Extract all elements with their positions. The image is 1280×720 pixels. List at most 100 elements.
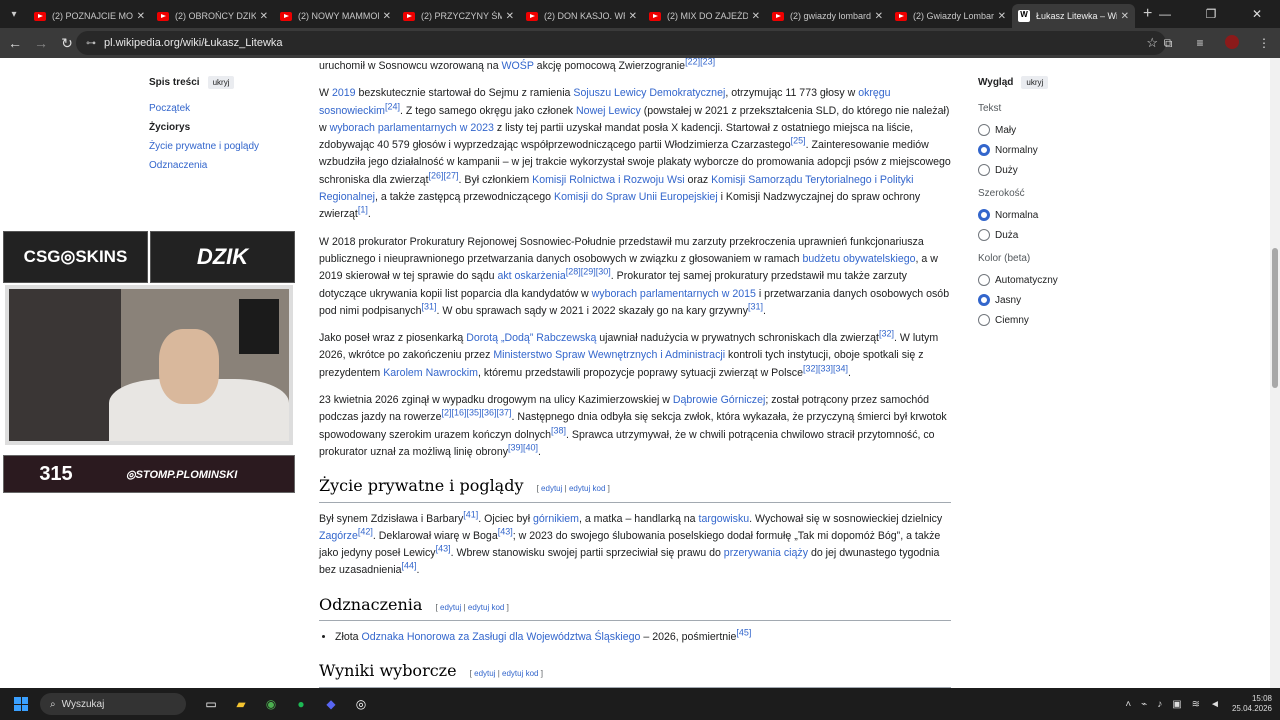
close-tab-icon[interactable]: ✕ xyxy=(629,11,637,22)
wiki-link[interactable]: 2019 xyxy=(332,87,356,99)
reference-link[interactable]: [44] xyxy=(401,561,416,571)
radio-option[interactable]: Normalny xyxy=(978,144,1128,156)
volume-icon[interactable]: ◄ xyxy=(1210,699,1220,710)
link-wosp[interactable]: WOŚP xyxy=(502,60,534,72)
scrollbar[interactable] xyxy=(1270,58,1280,688)
media-icon[interactable]: ≡ xyxy=(1184,36,1216,50)
radio-option[interactable]: Jasny xyxy=(978,294,1128,306)
wiki-link[interactable]: Komisji Rolnictwa i Rozwoju Wsi xyxy=(532,174,684,186)
edit-link[interactable]: edytuj xyxy=(440,603,461,612)
radio-button[interactable] xyxy=(978,124,990,136)
radio-button[interactable] xyxy=(978,294,990,306)
appearance-hide-button[interactable]: ukryj xyxy=(1021,76,1049,89)
chevron-up-icon[interactable]: ˄ xyxy=(1125,699,1131,710)
toc-item-private-life[interactable]: Życie prywatne i poglądy xyxy=(149,141,299,152)
radio-button[interactable] xyxy=(978,144,990,156)
edit-link[interactable]: edytuj xyxy=(541,484,562,493)
wiki-link[interactable]: Ministerstwo Spraw Wewnętrznych i Admini… xyxy=(493,349,725,361)
radio-option[interactable]: Duża xyxy=(978,229,1128,241)
obs-icon[interactable]: ◎ xyxy=(346,692,376,716)
profile-avatar[interactable] xyxy=(1216,34,1248,52)
toc-hide-button[interactable]: ukryj xyxy=(207,76,235,89)
radio-option[interactable]: Normalna xyxy=(978,209,1128,221)
radio-option[interactable]: Mały xyxy=(978,124,1128,136)
wiki-link[interactable]: budżetu obywatelskiego xyxy=(802,253,915,265)
url-field[interactable]: ⊶ pl.wikipedia.org/wiki/Łukasz_Litewka ☆ xyxy=(76,31,1166,55)
chrome-icon[interactable]: ◉ xyxy=(256,692,286,716)
reference-link[interactable]: [25] xyxy=(791,136,806,146)
reference-link[interactable]: [43] xyxy=(436,544,451,554)
wiki-link[interactable]: Nowej Lewicy xyxy=(576,105,641,117)
browser-tab[interactable]: (2) OBROŃCY DZIKÓW ✕ xyxy=(151,4,274,28)
close-tab-icon[interactable]: ✕ xyxy=(875,11,883,22)
radio-button[interactable] xyxy=(978,274,990,286)
radio-option[interactable]: Automatyczny xyxy=(978,274,1128,286)
reference-link[interactable]: [24] xyxy=(385,101,400,111)
display-icon[interactable]: ▣ xyxy=(1172,699,1181,710)
menu-icon[interactable]: ⋮ xyxy=(1248,36,1280,50)
close-tab-icon[interactable]: ✕ xyxy=(506,11,514,22)
browser-tab[interactable]: (2) MIX DO ZAJEŻDŻANIA ✕ xyxy=(643,4,766,28)
close-tab-icon[interactable]: ✕ xyxy=(137,11,145,22)
reference-link[interactable]: [28][29][30] xyxy=(566,267,611,277)
wiki-link[interactable]: Odznaka Honorowa za Zasługi dla Wojewódz… xyxy=(362,631,641,643)
radio-button[interactable] xyxy=(978,209,990,221)
edit-code-link[interactable]: edytuj kod xyxy=(502,669,538,678)
close-tab-icon[interactable]: ✕ xyxy=(260,11,268,22)
browser-tab[interactable]: (2) PRZYCZYNY ŚMIERCI ✕ xyxy=(397,4,520,28)
taskbar-search[interactable]: ⌕ Wyszukaj xyxy=(40,693,186,715)
extensions-icon[interactable]: ⧉ xyxy=(1152,36,1184,51)
wiki-link[interactable]: przerywania ciąży xyxy=(724,547,808,559)
reference-link[interactable]: [32][33][34] xyxy=(803,363,848,373)
start-icon[interactable] xyxy=(14,697,28,711)
minimize-icon[interactable]: — xyxy=(1142,0,1188,28)
wiki-link[interactable]: wyborach parlamentarnych w 2015 xyxy=(592,288,756,300)
close-window-icon[interactable]: ✕ xyxy=(1234,0,1280,28)
site-info-icon[interactable]: ⊶ xyxy=(86,38,96,49)
reference-link[interactable]: [41] xyxy=(463,509,478,519)
toc-item-biography[interactable]: Życiorys xyxy=(149,122,299,133)
clock[interactable]: 15:08 25.04.2026 xyxy=(1232,694,1272,714)
restore-icon[interactable]: ❐ xyxy=(1188,0,1234,28)
reference-link[interactable]: [26][27] xyxy=(429,170,459,180)
browser-tab[interactable]: (2) DON KASJO. WRÓCIŁ ✕ xyxy=(520,4,643,28)
radio-option[interactable]: Ciemny xyxy=(978,314,1128,326)
reference-link[interactable]: [2][16][35][36][37] xyxy=(441,408,511,418)
scrollbar-thumb[interactable] xyxy=(1272,248,1278,388)
reference-link[interactable]: [31] xyxy=(748,301,763,311)
reference-link[interactable]: [32] xyxy=(879,329,894,339)
radio-button[interactable] xyxy=(978,229,990,241)
close-tab-icon[interactable]: ✕ xyxy=(998,11,1006,22)
close-tab-icon[interactable]: ✕ xyxy=(383,11,391,22)
file-explorer-icon[interactable]: ▰ xyxy=(226,692,256,716)
wiki-link[interactable]: Dorotą „Dodą” Rabczewską xyxy=(466,332,596,344)
mic-icon[interactable]: ♪ xyxy=(1157,699,1162,710)
radio-button[interactable] xyxy=(978,314,990,326)
wiki-link[interactable]: targowisku xyxy=(699,513,750,525)
reference-link[interactable]: [42] xyxy=(358,526,373,536)
forward-icon[interactable]: → xyxy=(28,35,54,51)
toc-item-start[interactable]: Początek xyxy=(149,103,299,114)
radio-option[interactable]: Duży xyxy=(978,164,1128,176)
wiki-link[interactable]: górnikiem xyxy=(533,513,579,525)
discord-icon[interactable]: ◆ xyxy=(316,692,346,716)
reference-link[interactable]: [1] xyxy=(358,205,368,215)
wifi-icon[interactable]: ≋ xyxy=(1192,699,1200,710)
back-icon[interactable]: ← xyxy=(2,35,28,51)
edit-link[interactable]: edytuj xyxy=(474,669,495,678)
close-tab-icon[interactable]: ✕ xyxy=(752,11,760,22)
edit-code-link[interactable]: edytuj kod xyxy=(569,484,605,493)
reference-link[interactable]: [31] xyxy=(421,301,436,311)
wiki-link[interactable]: Komisji do Spraw Unii Europejskiej xyxy=(554,191,718,203)
network-icon[interactable]: ⌁ xyxy=(1141,699,1147,710)
spotify-icon[interactable]: ● xyxy=(286,692,316,716)
task-view-icon[interactable]: ▭ xyxy=(196,692,226,716)
browser-tab[interactable]: (2) POZNAJCIE MOJEGO ✕ xyxy=(28,4,151,28)
browser-tab[interactable]: (2) NOWY MAMMON ✕ xyxy=(274,4,397,28)
radio-button[interactable] xyxy=(978,164,990,176)
reference-link[interactable]: [45] xyxy=(736,627,751,637)
edit-code-link[interactable]: edytuj kod xyxy=(468,603,504,612)
close-tab-icon[interactable]: ✕ xyxy=(1121,11,1129,22)
tab-search-icon[interactable]: ▾ xyxy=(0,0,28,28)
wiki-link[interactable]: Zagórze xyxy=(319,530,358,542)
